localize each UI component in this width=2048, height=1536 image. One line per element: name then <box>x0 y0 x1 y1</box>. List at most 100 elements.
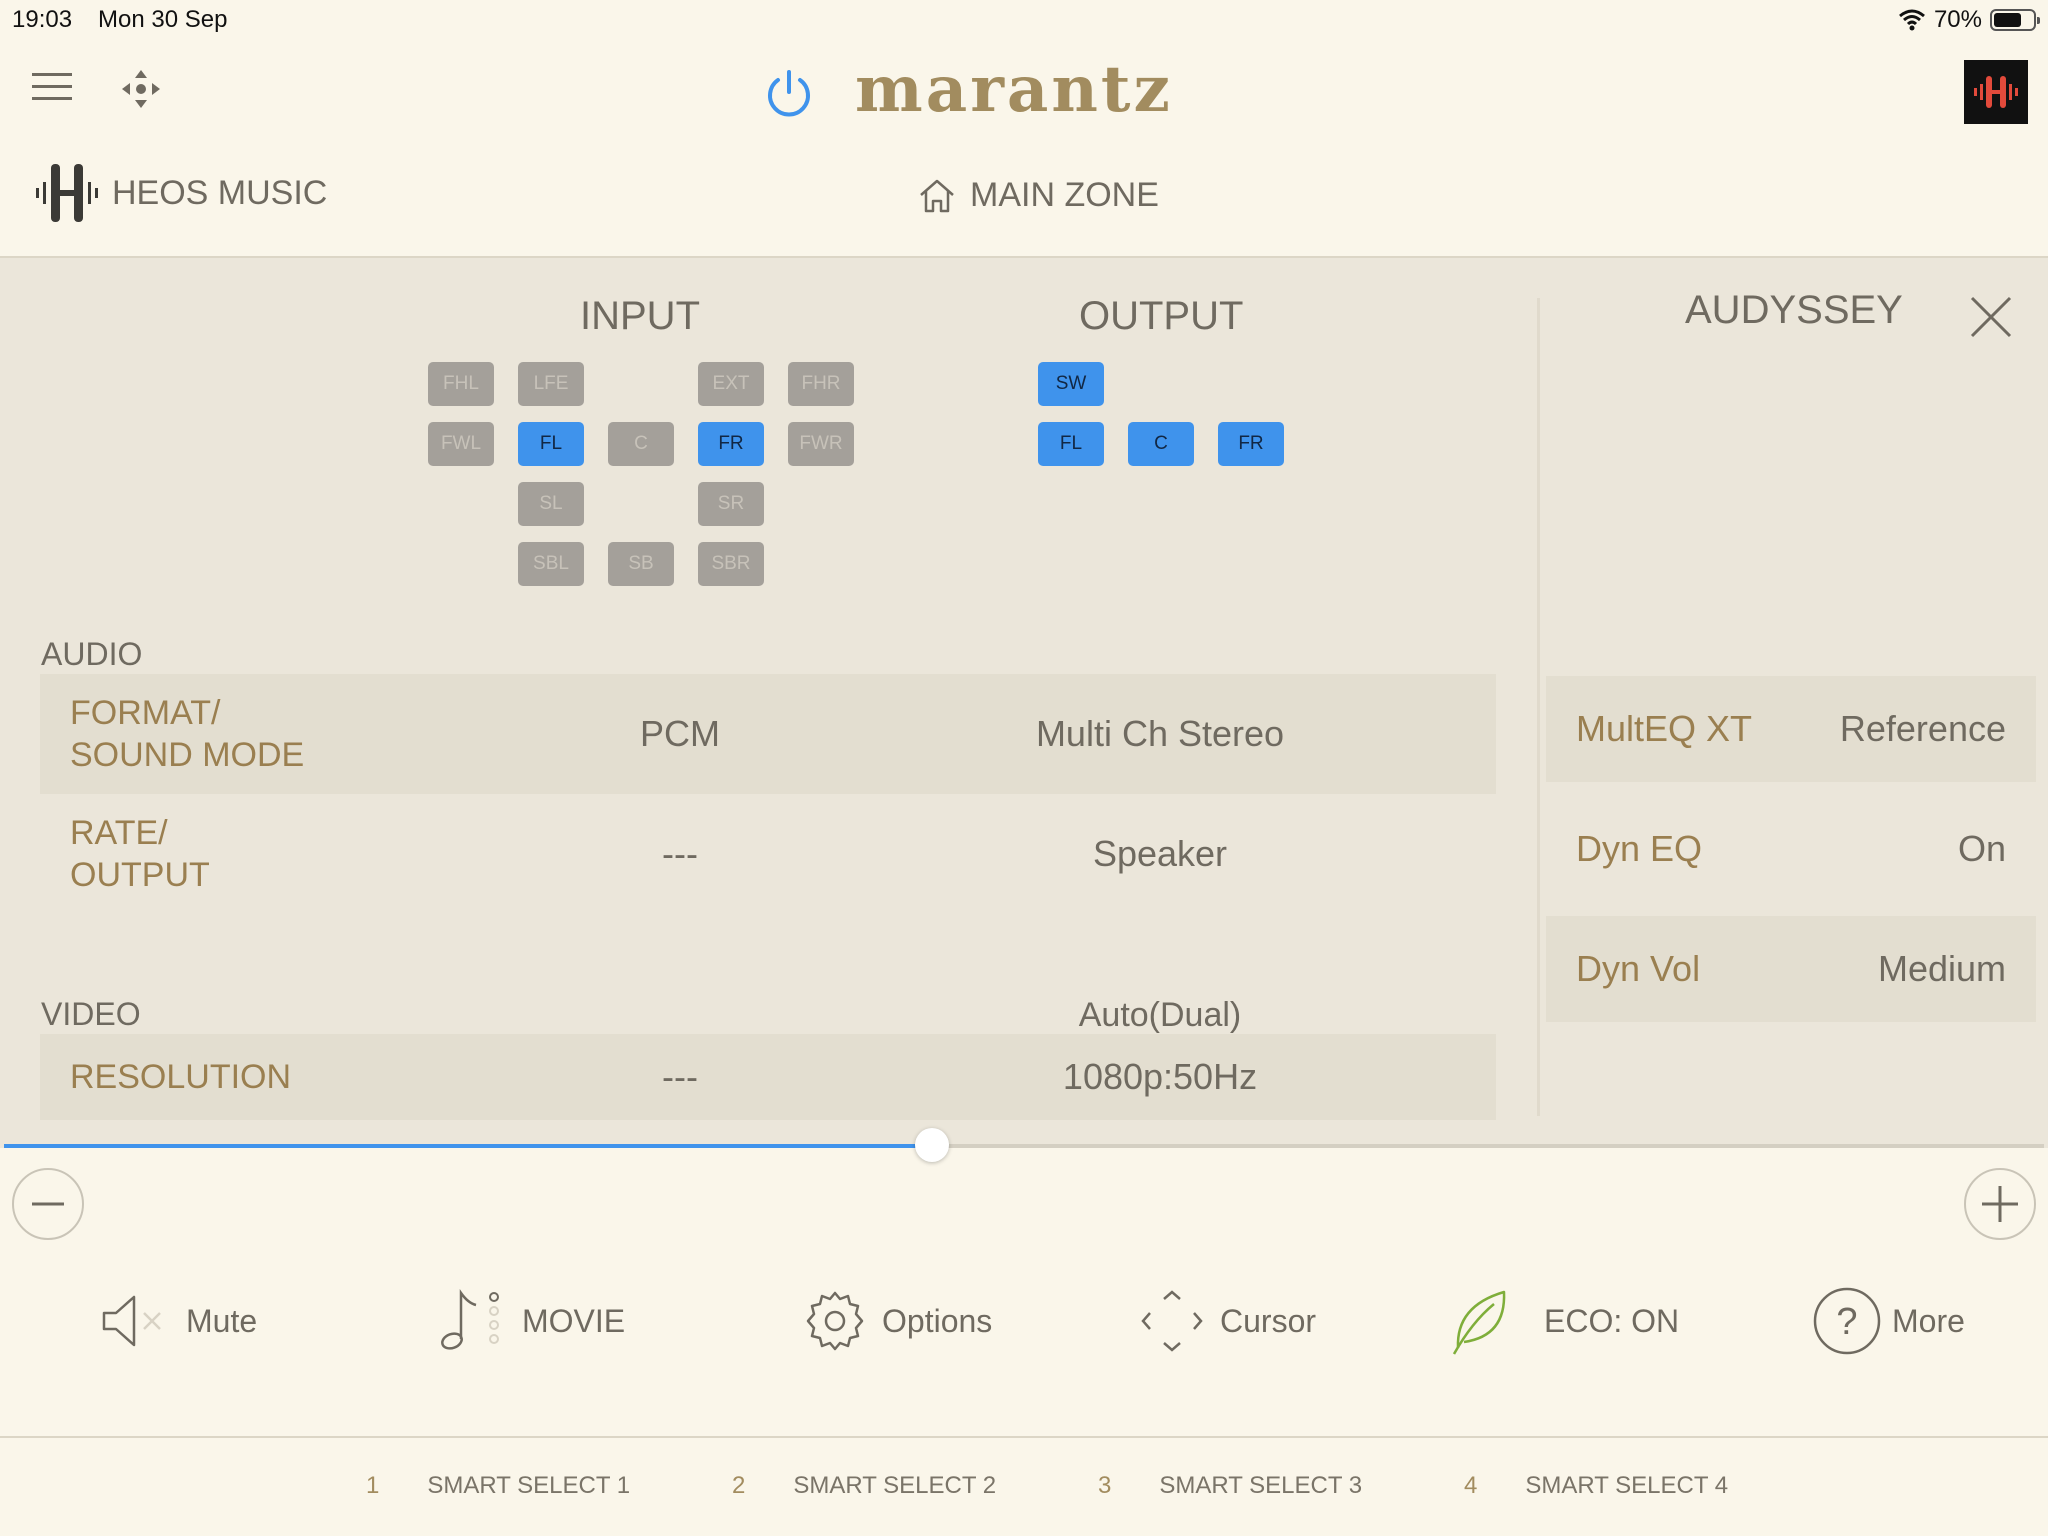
audyssey-row-dyneq: Dyn EQ On <box>1546 796 2036 902</box>
music-note-icon <box>441 1289 499 1350</box>
input-channel-sbr: SBR <box>698 542 764 586</box>
heos-logo-icon <box>1974 76 2018 108</box>
volume-fill <box>4 1144 933 1148</box>
dyneq-value: On <box>1957 828 2006 869</box>
smart-select-label: SMART SELECT 2 <box>793 1472 997 1499</box>
menu-icon[interactable] <box>30 70 74 104</box>
heos-icon <box>36 164 98 222</box>
source-tab-label: HEOS MUSIC <box>112 173 328 212</box>
battery-icon <box>1990 9 2040 31</box>
output-channel-sw: SW <box>1038 362 1104 406</box>
input-title: INPUT <box>580 294 700 338</box>
format-input-value: PCM <box>640 713 720 754</box>
audio-section-label: AUDIO <box>41 636 143 672</box>
dynvol-label: Dyn Vol <box>1576 948 1701 989</box>
svg-text:?: ? <box>1836 1301 1857 1343</box>
mute-label: Mute <box>186 1302 258 1339</box>
smart-select-label: SMART SELECT 3 <box>1159 1472 1363 1499</box>
format-row: FORMAT/ SOUND MODE PCM Multi Ch Stereo <box>40 674 1496 794</box>
heos-app-button[interactable] <box>1964 60 2028 124</box>
rate-row: RATE/ OUTPUT --- Speaker <box>40 794 1496 914</box>
smart-select-label: SMART SELECT 4 <box>1525 1472 1729 1499</box>
input-channel-sr: SR <box>698 482 764 526</box>
options-label: Options <box>882 1302 993 1339</box>
status-bar: 19:03 Mon 30 Sep 70% <box>0 0 2048 40</box>
rate-label: RATE/ OUTPUT <box>70 814 210 894</box>
input-channel-fhr: FHR <box>788 362 854 406</box>
gear-icon <box>806 1291 864 1351</box>
cursor-label: Cursor <box>1220 1302 1317 1339</box>
smart-select-number: 2 <box>732 1472 746 1499</box>
cursor-arrows-icon <box>1141 1290 1203 1352</box>
input-channel-fl: FL <box>518 422 584 466</box>
smart-select-number: 3 <box>1098 1472 1112 1499</box>
volume-knob[interactable] <box>915 1128 950 1162</box>
input-channel-fhl: FHL <box>428 362 494 406</box>
more-label: More <box>1892 1302 1965 1339</box>
panel-divider <box>1537 298 1540 1116</box>
output-channel-c: C <box>1128 422 1194 466</box>
dynvol-value: Medium <box>1877 948 2006 989</box>
sound-mode-button[interactable]: MOVIE <box>438 1278 625 1364</box>
power-icon[interactable] <box>762 66 816 120</box>
format-label: FORMAT/ SOUND MODE <box>70 694 305 774</box>
input-channel-ext: EXT <box>698 362 764 406</box>
cursor-button[interactable]: Cursor <box>1140 1278 1316 1364</box>
volume-down-button[interactable] <box>12 1168 84 1240</box>
video-section-label: VIDEO <box>41 996 141 1032</box>
help-icon: ? <box>1813 1287 1881 1355</box>
smart-select-3[interactable]: 3 SMART SELECT 3 <box>1098 1472 1362 1500</box>
output-channel-fr: FR <box>1218 422 1284 466</box>
dyneq-label: Dyn EQ <box>1576 828 1703 869</box>
options-button[interactable]: Options <box>804 1278 992 1364</box>
source-tab-heos[interactable]: HEOS MUSIC <box>34 160 327 226</box>
resolution-label: RESOLUTION <box>70 1058 292 1096</box>
smart-select-2[interactable]: 2 SMART SELECT 2 <box>732 1472 996 1500</box>
home-icon <box>920 179 954 212</box>
input-channel-sl: SL <box>518 482 584 526</box>
battery-percent: 70% <box>1933 6 1982 33</box>
output-title: OUTPUT <box>1079 294 1244 338</box>
sound-mode-label: MOVIE <box>522 1302 626 1339</box>
status-panel: INPUT OUTPUT AUDYSSEY FHL LFE EXT FHR FW… <box>0 258 2048 1148</box>
output-value: Speaker <box>1092 833 1228 874</box>
input-channel-fwr: FWR <box>788 422 854 466</box>
smart-select-4[interactable]: 4 SMART SELECT 4 <box>1464 1472 1728 1500</box>
input-channel-sb: SB <box>608 542 674 586</box>
smart-select-divider <box>0 1436 2048 1438</box>
mute-button[interactable]: Mute <box>100 1278 257 1364</box>
status-right: 70% <box>1898 6 2040 34</box>
status-date: Mon 30 Sep <box>98 6 228 33</box>
zone-selector[interactable]: MAIN ZONE <box>918 176 1159 215</box>
close-icon[interactable] <box>1968 294 2014 340</box>
resolution-input-value: --- <box>662 1056 698 1097</box>
resolution-output-value: 1080p:50Hz <box>1062 1056 1258 1097</box>
volume-up-button[interactable] <box>1964 1168 2036 1240</box>
smart-select-label: SMART SELECT 1 <box>427 1472 631 1499</box>
audyssey-row-multeq: MultEQ XT Reference <box>1546 676 2036 782</box>
plus-icon <box>1982 1186 2018 1222</box>
leaf-icon <box>1452 1290 1506 1355</box>
multeq-label: MultEQ XT <box>1576 708 1753 749</box>
smart-select-1[interactable]: 1 SMART SELECT 1 <box>366 1472 630 1500</box>
speaker-muted-icon <box>102 1295 161 1347</box>
move-icon[interactable] <box>120 68 162 110</box>
more-button[interactable]: ? More <box>1812 1278 1965 1364</box>
resolution-row: RESOLUTION --- 1080p:50Hz <box>40 1034 1496 1120</box>
audyssey-title: AUDYSSEY <box>1685 288 1903 332</box>
video-mode-value: Auto(Dual) <box>1078 996 1242 1034</box>
zone-label: MAIN ZONE <box>970 176 1159 214</box>
smart-select-number: 1 <box>366 1472 380 1499</box>
output-channel-fl: FL <box>1038 422 1104 466</box>
brand-logo: marantz <box>855 52 1173 127</box>
minus-icon <box>32 1202 64 1206</box>
volume-slider[interactable] <box>4 1144 2044 1148</box>
input-channel-lfe: LFE <box>518 362 584 406</box>
eco-label: ECO: ON <box>1544 1302 1680 1339</box>
input-channel-fr: FR <box>698 422 764 466</box>
input-channel-sbl: SBL <box>518 542 584 586</box>
eco-button[interactable]: ECO: ON <box>1450 1278 1679 1364</box>
smart-select-number: 4 <box>1464 1472 1478 1499</box>
rate-input-value: --- <box>662 833 698 874</box>
status-time: 19:03 <box>12 6 73 33</box>
